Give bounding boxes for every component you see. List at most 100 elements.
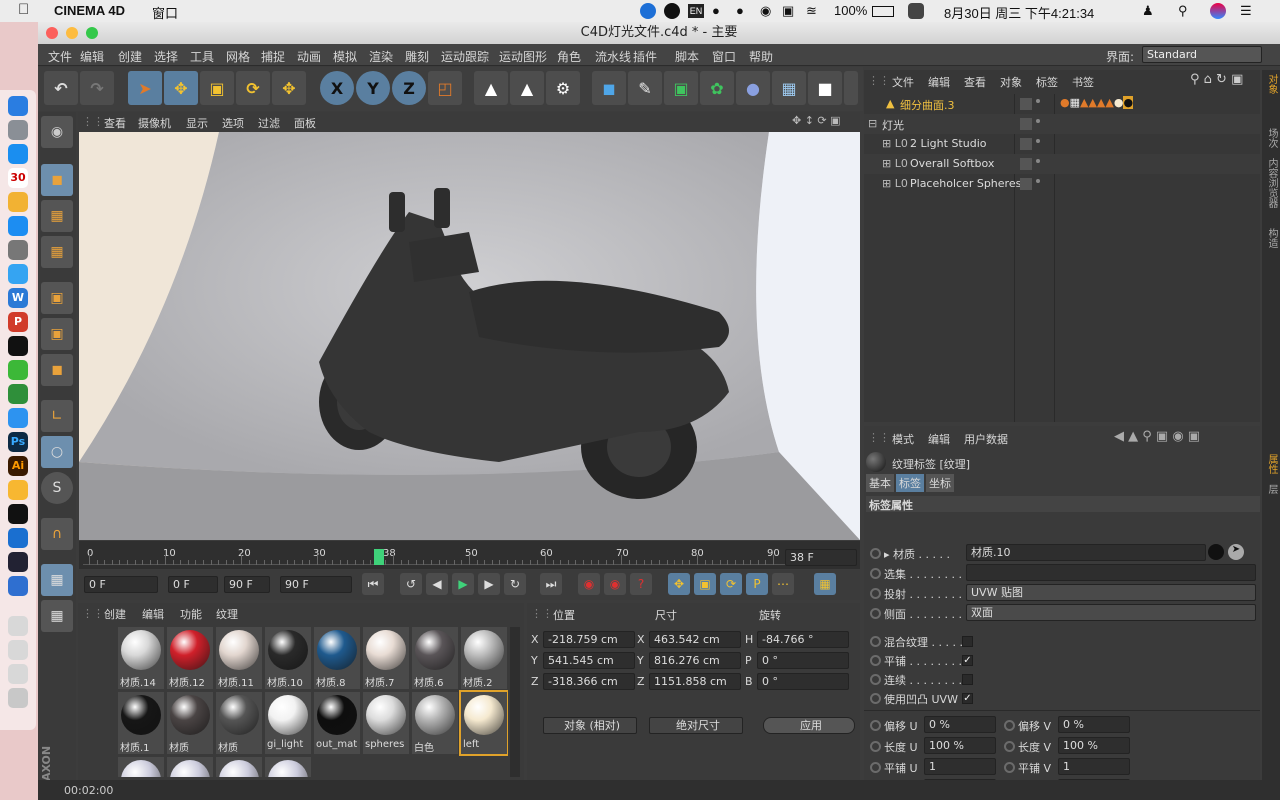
redo-icon[interactable]: ↷ <box>80 71 114 105</box>
user-icon[interactable]: ♟ <box>1142 3 1154 19</box>
prev-frame-icon[interactable]: ◀ <box>426 573 448 595</box>
y-axis-button[interactable]: Y <box>356 71 390 105</box>
tile-radio[interactable] <box>870 655 881 666</box>
move-tool-icon[interactable]: ✥ <box>164 71 198 105</box>
material-swatch[interactable]: 材质.1 <box>118 692 164 754</box>
object-menu-3[interactable]: 查看 <box>964 74 986 90</box>
material-swatch[interactable]: 材质 <box>167 692 213 754</box>
wifi-icon[interactable]: ≊ <box>806 3 817 19</box>
siri-icon[interactable] <box>1210 3 1226 19</box>
visibility-icon[interactable] <box>1020 158 1032 170</box>
material-menu-1[interactable]: 创建 <box>104 606 126 622</box>
safari-icon[interactable] <box>8 144 28 164</box>
magnet-icon[interactable]: ∩ <box>41 518 73 550</box>
next-key-icon[interactable]: ↻ <box>504 573 526 595</box>
visibility-icon[interactable] <box>1020 98 1032 110</box>
bump-checkbox[interactable]: ✓ <box>962 693 973 704</box>
projection-dropdown[interactable]: UVW 贴图 <box>966 584 1256 601</box>
doc2-icon[interactable] <box>8 640 28 660</box>
menu-7[interactable]: 捕捉 <box>261 48 285 65</box>
mix-radio[interactable] <box>870 636 881 647</box>
render-dot-icon[interactable] <box>1036 119 1040 123</box>
rot-h-field[interactable]: -84.766 ° <box>757 631 849 648</box>
menu-14[interactable]: 角色 <box>557 48 581 65</box>
material-swatch[interactable]: left <box>459 690 508 756</box>
attribute-tab-3[interactable]: 坐标 <box>926 474 954 492</box>
app-name[interactable]: CINEMA 4D <box>54 3 125 18</box>
material-swatch[interactable]: 材质.6 <box>412 627 458 689</box>
goto-start-icon[interactable]: ⏮ <box>362 573 384 595</box>
subdivision-icon[interactable]: ▣ <box>664 71 698 105</box>
render-dot-icon[interactable] <box>1036 179 1040 183</box>
material-swatch[interactable]: 材质.2 <box>461 627 507 689</box>
qq3-icon[interactable] <box>8 504 28 524</box>
offset_v-radio[interactable] <box>1004 720 1015 731</box>
photos-icon[interactable] <box>8 192 28 212</box>
layout-dropdown[interactable]: Standard <box>1142 46 1262 63</box>
word-icon[interactable]: W <box>8 288 28 308</box>
attribute-menu-2[interactable]: 编辑 <box>928 431 950 447</box>
viewport-menu-4[interactable]: 选项 <box>222 115 244 131</box>
qq-icon[interactable]: ● <box>712 3 720 18</box>
rotate-tool-icon[interactable]: ⟳ <box>236 71 270 105</box>
object-row[interactable]: ⊞ L0 2 Light Studio <box>864 134 1260 154</box>
visibility-icon[interactable] <box>1020 178 1032 190</box>
visibility-icon[interactable] <box>1020 138 1032 150</box>
attribute-tab-1[interactable]: 基本 <box>866 474 894 492</box>
texture-mode-icon[interactable]: ▦ <box>41 200 73 232</box>
tweak-mode-icon[interactable]: ○ <box>41 436 73 468</box>
points-mode-icon[interactable]: ▣ <box>41 282 73 314</box>
preferences-icon[interactable] <box>8 240 28 260</box>
spotlight-icon[interactable]: ⚲ <box>1178 3 1188 19</box>
sketch-icon[interactable] <box>8 480 28 500</box>
polygons-mode-icon[interactable]: ◼ <box>41 354 73 386</box>
key-pla-icon[interactable]: ⋯ <box>772 573 794 595</box>
render-settings-icon[interactable]: ⚙ <box>546 71 580 105</box>
right-tab-5[interactable]: 属性 <box>1264 454 1279 474</box>
material-swatch[interactable]: 白色 <box>412 692 458 754</box>
material-swatch[interactable]: 材质.14 <box>118 627 164 689</box>
teamviewer-dock-icon[interactable] <box>8 528 28 548</box>
viewport-menu-1[interactable]: 查看 <box>104 115 126 131</box>
menu-1[interactable]: 文件 <box>48 48 72 65</box>
attribute-menu-3[interactable]: 用户数据 <box>964 431 1008 447</box>
object-menu-4[interactable]: 对象 <box>1000 74 1022 90</box>
pos-x-field[interactable]: -218.759 cm <box>543 631 635 648</box>
coordinate-system-icon[interactable]: ◰ <box>428 71 462 105</box>
viewport-menu-6[interactable]: 面板 <box>294 115 316 131</box>
object-name[interactable]: 细分曲面.3 <box>900 97 955 113</box>
mix-checkbox[interactable] <box>962 636 973 647</box>
menu-12[interactable]: 运动跟踪 <box>441 48 489 65</box>
tiles_u-field[interactable]: 1 <box>924 758 996 775</box>
right-tab-2[interactable]: 场次 <box>1264 128 1279 148</box>
viewport-menu-3[interactable]: 显示 <box>186 115 208 131</box>
menu-17[interactable]: 脚本 <box>675 48 699 65</box>
tile-checkbox[interactable]: ✓ <box>962 655 973 666</box>
material-swatch[interactable] <box>118 757 164 777</box>
object-name[interactable]: Placeholcer Spheres <box>910 177 1021 190</box>
photoshop-icon[interactable]: Ps <box>8 432 28 452</box>
render-dot-icon[interactable] <box>1036 159 1040 163</box>
snap-icon[interactable]: S <box>41 472 73 504</box>
material-swatch[interactable]: gi_light <box>265 692 311 754</box>
side-radio[interactable] <box>870 608 881 619</box>
make-editable-icon[interactable]: ◉ <box>41 116 73 148</box>
render-dot-icon[interactable] <box>1036 139 1040 143</box>
right-tab-4[interactable]: 构造 <box>1264 228 1279 248</box>
viewport-menu-2[interactable]: 摄像机 <box>138 115 171 131</box>
size-y-field[interactable]: 816.276 cm <box>649 652 741 669</box>
menu-8[interactable]: 动画 <box>297 48 321 65</box>
object-row[interactable]: ⊞ L0 Placeholcer Spheres <box>864 174 1260 194</box>
doc3-icon[interactable] <box>8 664 28 684</box>
max-frame-field[interactable]: 90 F <box>280 576 352 593</box>
rot-p-field[interactable]: 0 ° <box>757 652 849 669</box>
object-name[interactable]: Overall Softbox <box>910 157 994 170</box>
pos-y-field[interactable]: 541.545 cm <box>543 652 635 669</box>
key-position-icon[interactable]: ✥ <box>668 573 690 595</box>
appstore-icon[interactable] <box>8 216 28 236</box>
model-mode-icon[interactable]: ◼ <box>41 164 73 196</box>
doc-icon[interactable] <box>8 616 28 636</box>
pick-material-icon[interactable]: ➤ <box>1228 544 1244 560</box>
key-rotation-icon[interactable]: ⟳ <box>720 573 742 595</box>
menu-5[interactable]: 工具 <box>190 48 214 65</box>
